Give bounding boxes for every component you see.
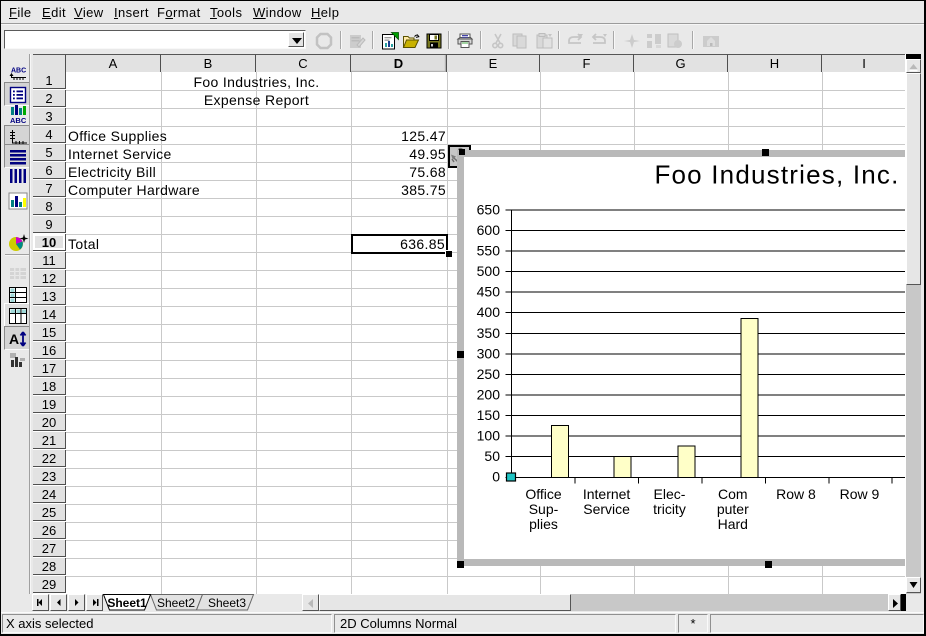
svg-text:400: 400	[477, 304, 501, 320]
svg-text:A: A	[9, 331, 19, 347]
svg-text:0: 0	[492, 469, 500, 485]
svg-text:Elec-: Elec-	[654, 486, 686, 502]
svg-text:plies: plies	[529, 516, 558, 532]
svg-text:tricity: tricity	[653, 501, 686, 517]
svg-text:Sup-: Sup-	[529, 501, 559, 517]
svg-text:Sheet3: Sheet3	[208, 596, 246, 610]
svg-text:50: 50	[484, 448, 500, 464]
svg-text:Service: Service	[583, 501, 630, 517]
svg-text:Row 8: Row 8	[776, 486, 816, 502]
svg-text:Foo Industries, Inc.: Foo Industries, Inc.	[654, 160, 899, 190]
svg-text:600: 600	[477, 222, 501, 238]
svg-text:450: 450	[477, 284, 501, 300]
svg-text:350: 350	[477, 325, 501, 341]
svg-text:Office: Office	[525, 486, 562, 502]
svg-text:Row 9: Row 9	[840, 486, 880, 502]
svg-text:Internet: Internet	[583, 486, 631, 502]
svg-text:150: 150	[477, 407, 501, 423]
svg-text:250: 250	[477, 366, 501, 382]
svg-text:Hard: Hard	[718, 516, 748, 532]
svg-text:ABC: ABC	[11, 68, 26, 75]
svg-text:puter: puter	[717, 501, 749, 517]
svg-text:550: 550	[477, 243, 501, 259]
svg-text:650: 650	[477, 202, 501, 218]
svg-text:Com: Com	[718, 486, 748, 502]
svg-text:500: 500	[477, 263, 501, 279]
svg-text:Sheet1: Sheet1	[107, 596, 147, 610]
svg-text:300: 300	[477, 345, 501, 361]
svg-text:Sheet2: Sheet2	[157, 596, 195, 610]
svg-text:100: 100	[477, 428, 501, 444]
svg-text:ABC: ABC	[10, 116, 27, 125]
svg-text:200: 200	[477, 386, 501, 402]
